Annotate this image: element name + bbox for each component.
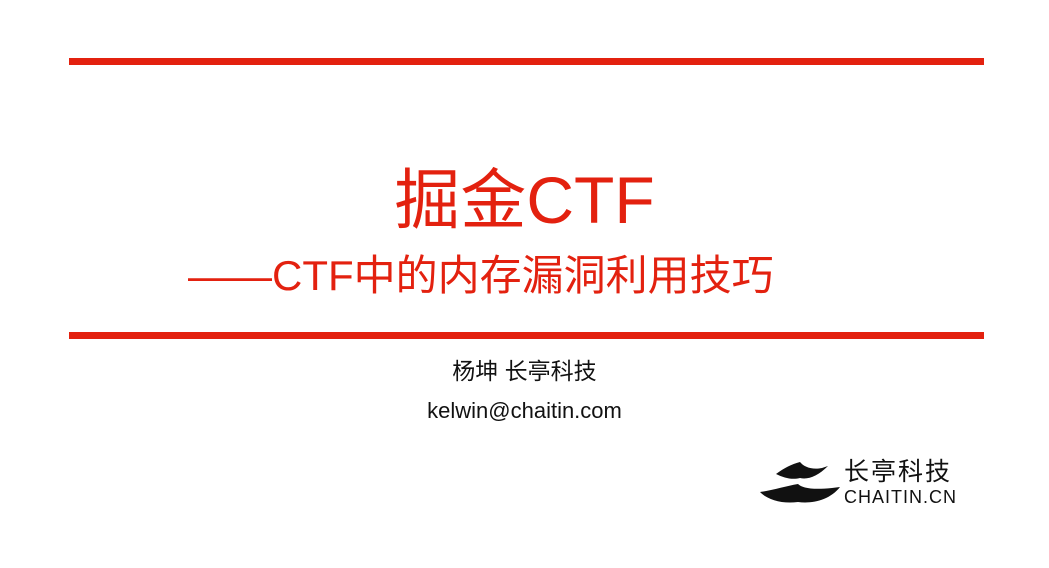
author-line: 杨坤 长亭科技 [452, 358, 597, 384]
chaitin-logo-icon [760, 462, 840, 503]
bottom-divider-rule [69, 332, 984, 339]
logo-text-en: CHAITIN.CN [844, 487, 957, 507]
slide-subtitle: ——CTF中的内存漏洞利用技巧 [188, 252, 774, 299]
top-divider-rule [69, 58, 984, 65]
author-email: kelwin@chaitin.com [427, 398, 622, 423]
slide-title: 掘金CTF [394, 163, 655, 237]
logo-text-cn: 长亭科技 [844, 458, 953, 486]
company-logo: 长亭科技 CHAITIN.CN [760, 456, 980, 516]
